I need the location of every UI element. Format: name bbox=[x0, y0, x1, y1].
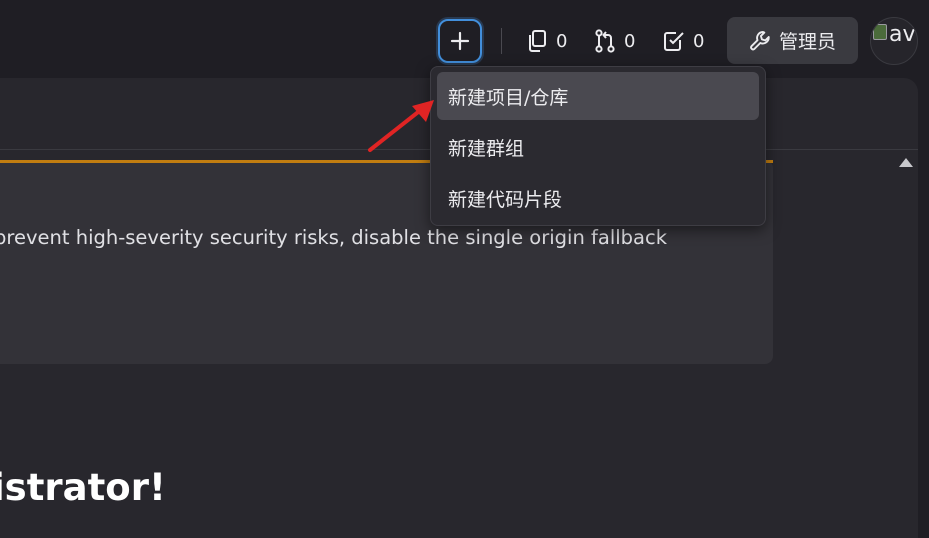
merge-requests-count: 0 bbox=[624, 30, 636, 52]
divider bbox=[501, 28, 502, 54]
plus-icon bbox=[450, 31, 470, 51]
menu-item-label: 新建群组 bbox=[448, 137, 525, 160]
welcome-heading: istrator! bbox=[0, 466, 166, 509]
create-new-dropdown: 新建项目/仓库 新建群组 新建代码片段 bbox=[430, 66, 766, 226]
broken-image-icon bbox=[873, 24, 887, 40]
alert-message: prevent high-severity security risks, di… bbox=[0, 226, 667, 249]
merge-request-icon bbox=[595, 29, 615, 53]
annotation-arrow-icon bbox=[368, 100, 434, 152]
copy-icon bbox=[529, 30, 546, 52]
snippets-counter[interactable]: 0 bbox=[526, 26, 567, 56]
wrench-icon bbox=[750, 30, 770, 50]
user-avatar[interactable]: av bbox=[870, 17, 918, 65]
todos-count: 0 bbox=[693, 30, 705, 52]
menu-item-new-snippet[interactable]: 新建代码片段 bbox=[437, 174, 759, 222]
todos-counter[interactable]: 0 bbox=[663, 26, 704, 56]
admin-label: 管理员 bbox=[778, 31, 836, 53]
todo-check-icon bbox=[664, 32, 684, 51]
menu-item-label: 新建代码片段 bbox=[448, 188, 563, 211]
admin-area-button[interactable]: 管理员 bbox=[727, 17, 858, 64]
avatar-alt-text: av bbox=[889, 22, 916, 47]
snippets-count: 0 bbox=[556, 30, 568, 52]
scroll-up-arrow-icon[interactable] bbox=[899, 158, 913, 167]
merge-requests-counter[interactable]: 0 bbox=[594, 26, 635, 56]
menu-item-new-group[interactable]: 新建群组 bbox=[437, 123, 759, 171]
menu-item-label: 新建项目/仓库 bbox=[448, 86, 569, 109]
menu-item-new-project[interactable]: 新建项目/仓库 bbox=[437, 72, 759, 120]
create-new-button[interactable] bbox=[438, 19, 482, 63]
